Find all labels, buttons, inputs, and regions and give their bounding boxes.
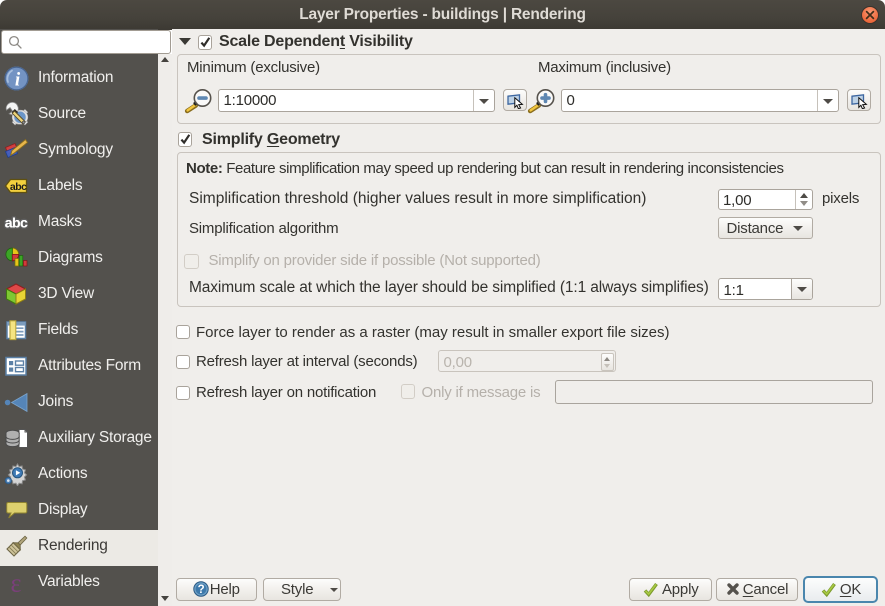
svg-text:i: i [15,70,21,91]
svg-text:ε: ε [11,570,22,595]
svg-text:abc: abc [10,181,27,193]
svg-text:abc: abc [5,215,28,231]
svg-text:?: ? [197,584,204,596]
